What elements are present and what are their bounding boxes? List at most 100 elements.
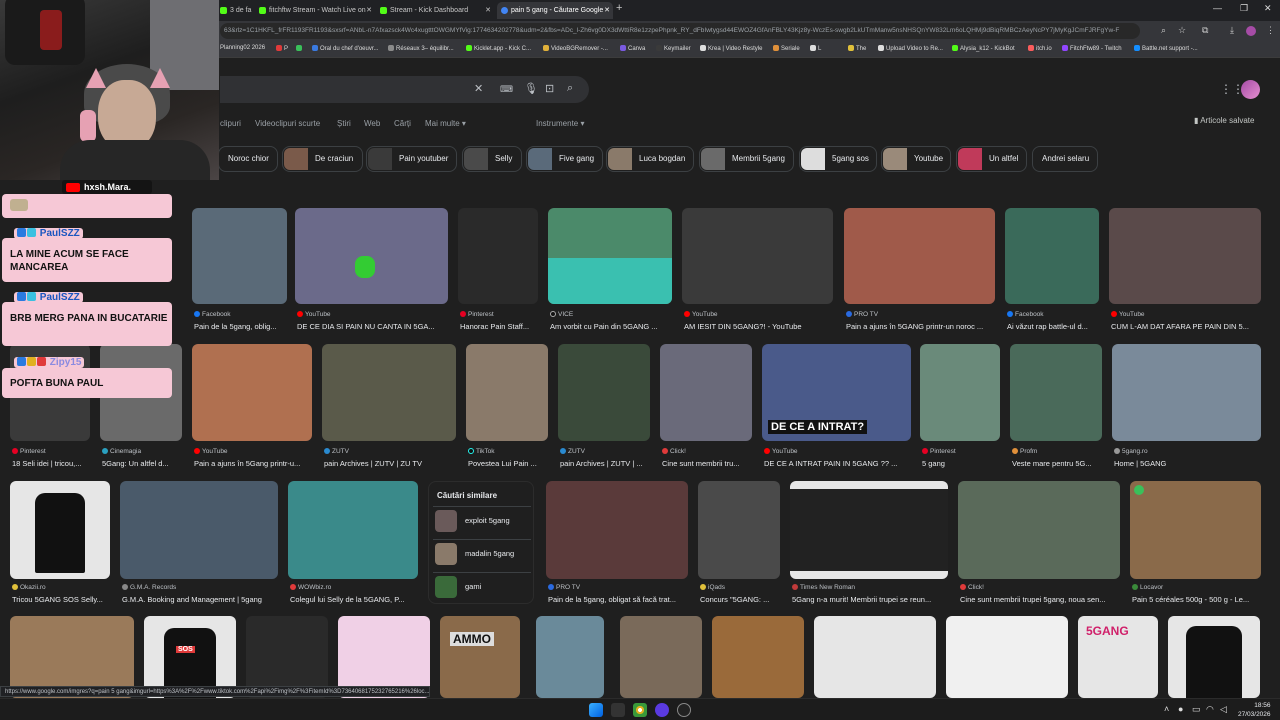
result-image[interactable] — [682, 208, 833, 304]
bookmark[interactable] — [296, 45, 304, 52]
result-image[interactable] — [844, 208, 995, 304]
result-caption[interactable]: Pain 5 céréales 500g - 500 g - Le... — [1132, 595, 1262, 604]
bookmark[interactable]: P — [276, 45, 288, 52]
result-image[interactable] — [620, 616, 702, 698]
network-icon[interactable]: ◠ — [1206, 704, 1214, 715]
result-image[interactable] — [120, 481, 278, 579]
result-caption[interactable]: Pain de la 5gang, obligat să facă trat..… — [548, 595, 688, 604]
result-image[interactable] — [814, 616, 936, 698]
close-icon[interactable]: ✕ — [604, 2, 610, 19]
close-window-icon[interactable]: ✕ — [1264, 3, 1272, 14]
result-image[interactable] — [192, 208, 287, 304]
bookmark[interactable]: Battle.net support -... — [1134, 45, 1198, 52]
result-image[interactable] — [458, 208, 538, 304]
task-view-icon[interactable] — [611, 703, 625, 717]
maximize-icon[interactable]: ❐ — [1240, 3, 1248, 14]
tab-2[interactable]: fitchftw Stream - Watch Live on ✕ — [255, 2, 375, 19]
chip-un-altfel[interactable]: Un altfel — [956, 146, 1027, 172]
bookmark[interactable]: FitchFtw89 - Twitch — [1062, 45, 1122, 52]
tab-stiri[interactable]: Știri — [337, 119, 351, 128]
bookmark[interactable]: Planning02 2026 — [220, 45, 265, 51]
keyboard-icon[interactable]: ⌨ — [500, 84, 513, 95]
result-caption[interactable]: 5Gang: Un altfel d... — [102, 459, 182, 468]
result-caption[interactable]: pain Archives | ZUTV | ... — [560, 459, 650, 468]
bookmark[interactable]: Seriale — [773, 45, 800, 52]
result-image[interactable] — [1005, 208, 1099, 304]
result-image[interactable] — [712, 616, 804, 698]
chip-5gang-sos[interactable]: 5gang sos — [799, 146, 877, 172]
chip-andrei-selaru[interactable]: Andrei selaru — [1032, 146, 1098, 172]
menu-icon[interactable]: ⋮ — [1266, 25, 1275, 36]
bookmark[interactable]: VideoBGRemover -... — [543, 45, 608, 52]
tray-battery-icon[interactable]: ▭ — [1192, 704, 1201, 715]
tab-videoclipuri-scurte[interactable]: Videoclipuri scurte — [255, 119, 320, 128]
taskbar-clock[interactable]: 18:56 27/03/2026 — [1238, 701, 1271, 719]
result-caption[interactable]: pain Archives | ZUTV | ZU TV — [324, 459, 456, 468]
windows-start-icon[interactable] — [589, 703, 603, 717]
result-caption[interactable]: 18 Seli idei | tricou,... — [12, 459, 92, 468]
result-image[interactable] — [1010, 344, 1102, 441]
result-caption[interactable]: Povestea Lui Pain ... — [468, 459, 550, 468]
close-icon[interactable]: ✕ — [485, 2, 491, 19]
search-input[interactable]: ✕ ⌨ 🎙 ⊡ ⌕ — [220, 76, 589, 103]
result-image[interactable] — [946, 616, 1068, 698]
chip-luca-bogdan[interactable]: Luca bogdan — [606, 146, 694, 172]
extensions-icon[interactable]: ⧉ — [1202, 25, 1208, 36]
bookmark[interactable]: Keymailer — [656, 45, 691, 52]
result-image[interactable] — [920, 344, 1000, 441]
result-caption[interactable]: AM IESIT DIN 5GANG?! - YouTube — [684, 322, 834, 331]
result-caption[interactable]: G.M.A. Booking and Management | 5gang — [122, 595, 278, 604]
new-tab-button[interactable]: + — [616, 2, 622, 14]
search-icon[interactable]: ⌕ — [567, 82, 573, 95]
tab-videoclipuri[interactable]: clipuri — [220, 119, 241, 128]
result-image[interactable] — [536, 616, 604, 698]
result-image[interactable] — [192, 344, 312, 441]
result-caption[interactable]: DE CE A INTRAT PAIN IN 5GANG ?? ... — [764, 459, 912, 468]
minimize-icon[interactable]: — — [1213, 3, 1222, 13]
saved-items-button[interactable]: ▮ Articole salvate — [1194, 116, 1254, 125]
chip-membrii-5gang[interactable]: Membrii 5gang — [699, 146, 794, 172]
profile-avatar[interactable] — [1241, 80, 1260, 99]
result-caption[interactable]: 5 gang — [922, 459, 1002, 468]
chrome-icon[interactable] — [633, 703, 647, 717]
bookmark[interactable]: Upload Video to Re... — [878, 45, 943, 52]
result-caption[interactable]: Tricou 5GANG SOS Selly... — [12, 595, 112, 604]
result-caption[interactable]: Pain de la 5gang, oblig... — [194, 322, 289, 331]
clear-icon[interactable]: ✕ — [474, 82, 483, 95]
related-search-item[interactable]: gami — [433, 572, 531, 600]
result-image[interactable] — [660, 344, 752, 441]
result-caption[interactable]: 5Gang n-a murit! Membrii trupei se reun.… — [792, 595, 948, 604]
result-image[interactable] — [1112, 344, 1261, 441]
result-image[interactable] — [10, 481, 110, 579]
chip-noroc-chior[interactable]: Noroc chior — [218, 146, 278, 172]
profile-avatar[interactable] — [1246, 26, 1256, 36]
result-image[interactable] — [548, 208, 672, 304]
result-caption[interactable]: CUM L-AM DAT AFARA PE PAIN DIN 5... — [1111, 322, 1261, 331]
chip-selly[interactable]: Selly — [462, 146, 522, 172]
microphone-icon[interactable]: 🎙 — [524, 82, 538, 95]
tray-chevron-icon[interactable]: ˄ — [1164, 704, 1169, 714]
result-caption[interactable]: Hanorac Pain Staff... — [460, 322, 540, 331]
bookmark[interactable]: The — [848, 45, 866, 52]
result-image[interactable]: 5GANG — [1078, 616, 1158, 698]
result-caption[interactable]: Pain a ajuns în 5GANG printr-un noroc ..… — [846, 322, 996, 331]
bookmark[interactable]: Alysia_k12 - KickBot — [952, 45, 1015, 52]
related-search-item[interactable]: madalin 5gang — [433, 539, 531, 567]
app-icon[interactable] — [677, 703, 691, 717]
tools-button[interactable]: Instrumente ▾ — [536, 119, 584, 128]
result-caption[interactable]: Home | 5GANG — [1114, 459, 1262, 468]
result-caption[interactable]: Cine sunt membrii tru... — [662, 459, 752, 468]
chip-de-craciun[interactable]: De craciun — [282, 146, 363, 172]
tab-mai-multe[interactable]: Mai multe ▾ — [425, 119, 466, 128]
result-image[interactable] — [288, 481, 418, 579]
tab-4-active[interactable]: pain 5 gang - Căutare Google ✕ — [497, 2, 613, 19]
result-image[interactable] — [558, 344, 650, 441]
bookmark[interactable]: Kicklet.app - Kick C... — [466, 45, 531, 52]
result-image[interactable] — [698, 481, 780, 579]
chip-youtube[interactable]: Youtube — [881, 146, 951, 172]
result-caption[interactable]: Concurs "5GANG: ... — [700, 595, 780, 604]
result-caption[interactable]: Colegul lui Selly de la 5GANG, P... — [290, 595, 418, 604]
result-image[interactable]: DE CE A INTRAT? — [762, 344, 911, 441]
star-icon[interactable]: ☆ — [1178, 25, 1186, 36]
volume-icon[interactable]: ◁ — [1220, 704, 1227, 715]
